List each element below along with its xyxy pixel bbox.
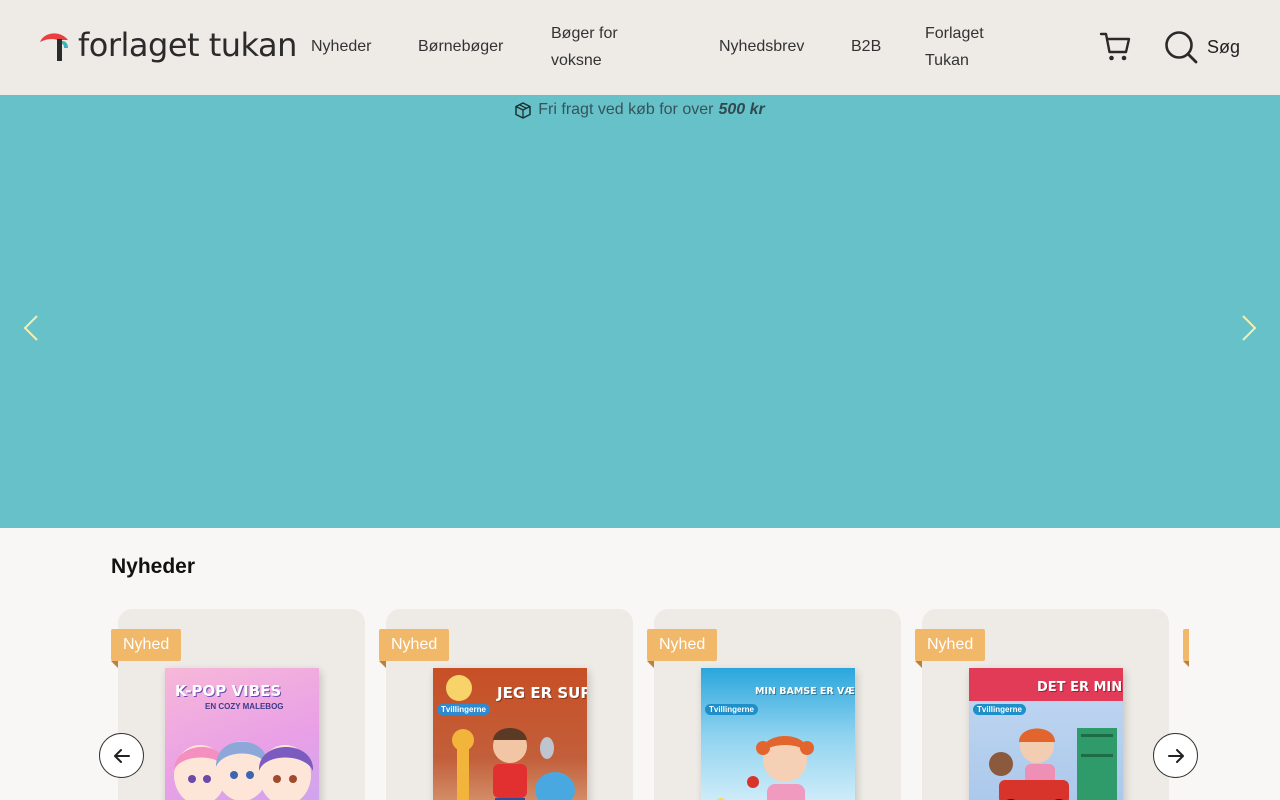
book-cover-jeg-er-sur[interactable]: Tvillingerne JEG ER SUR! bbox=[433, 668, 587, 800]
search-button[interactable]: Søg bbox=[1164, 29, 1240, 65]
toucan-logo-icon bbox=[40, 33, 68, 61]
product-card[interactable]: Nyhed Tvillingerne DET ER MIN! bbox=[915, 609, 1169, 800]
hero-next-button[interactable] bbox=[1237, 313, 1261, 343]
search-label: Søg bbox=[1207, 36, 1241, 57]
carousel-prev-button[interactable] bbox=[99, 733, 144, 778]
nav-bornebooger[interactable]: Børnebøger bbox=[418, 33, 503, 60]
nav-nyheder[interactable]: Nyheder bbox=[311, 33, 371, 60]
new-badge: Nyhed bbox=[915, 629, 986, 668]
logo-wordmark: forlaget tukan bbox=[78, 26, 297, 64]
book-cover-kpop-vibes[interactable]: K-POP VIBES EN COZY MALEBOG bbox=[165, 668, 319, 800]
cover-illustration bbox=[173, 741, 314, 800]
site-header: forlaget tukan Nyheder Børnebøger Bøger … bbox=[0, 0, 1280, 95]
cart-button[interactable] bbox=[1099, 30, 1133, 64]
product-card[interactable]: Nyhed Tvillingerne MIN BAMSE ER VÆK! bbox=[647, 609, 901, 800]
chevron-right-icon bbox=[1242, 315, 1257, 341]
cover-illustration bbox=[989, 728, 1117, 800]
cart-icon bbox=[1099, 32, 1131, 61]
news-carousel: Nyhed K-POP VIBES EN COZY MALEBOG Nyhed … bbox=[111, 609, 1189, 800]
new-badge: Nyhed bbox=[647, 629, 718, 668]
hero-banner: Fri fragt ved køb for over 500 kr bbox=[0, 95, 1280, 528]
carousel-next-button[interactable] bbox=[1153, 733, 1198, 778]
chevron-left-icon bbox=[23, 315, 38, 341]
cover-illustration bbox=[446, 675, 575, 800]
nav-forlaget-tukan[interactable]: Forlaget Tukan bbox=[925, 20, 1005, 74]
site-logo[interactable]: forlaget tukan bbox=[38, 26, 297, 66]
cover-subtitle: EN COZY MALEBOG bbox=[205, 702, 284, 711]
product-card[interactable]: Nyhed Tvillingerne JEG ER SUR! bbox=[379, 609, 633, 800]
arrow-right-icon bbox=[1167, 748, 1184, 763]
box-icon bbox=[515, 101, 532, 119]
hero-prev-button[interactable] bbox=[20, 313, 44, 343]
cover-title: K-POP VIBES bbox=[175, 682, 282, 700]
new-badge: Nyhed bbox=[379, 629, 450, 668]
new-badge-partial bbox=[1183, 629, 1189, 668]
section-title-nyheder: Nyheder bbox=[111, 555, 196, 578]
new-badge: Nyhed bbox=[111, 629, 182, 668]
nav-b2b[interactable]: B2B bbox=[851, 33, 881, 60]
cover-illustration bbox=[716, 736, 814, 800]
shipping-amount: 500 kr bbox=[718, 101, 765, 118]
shipping-text: Fri fragt ved køb for over bbox=[538, 101, 714, 118]
free-shipping-notice: Fri fragt ved køb for over 500 kr bbox=[0, 101, 1280, 119]
arrow-left-icon bbox=[113, 748, 130, 763]
product-card[interactable]: Nyhed K-POP VIBES EN COZY MALEBOG bbox=[111, 609, 365, 800]
nav-nyhedsbrev[interactable]: Nyhedsbrev bbox=[719, 33, 804, 60]
nav-boger-for-voksne[interactable]: Bøger for voksne bbox=[551, 20, 651, 74]
book-cover-min-bamse-er-vaek[interactable]: Tvillingerne MIN BAMSE ER VÆK! bbox=[701, 668, 855, 800]
search-icon bbox=[1165, 31, 1198, 64]
book-cover-det-er-min[interactable]: Tvillingerne DET ER MIN! bbox=[969, 668, 1123, 800]
